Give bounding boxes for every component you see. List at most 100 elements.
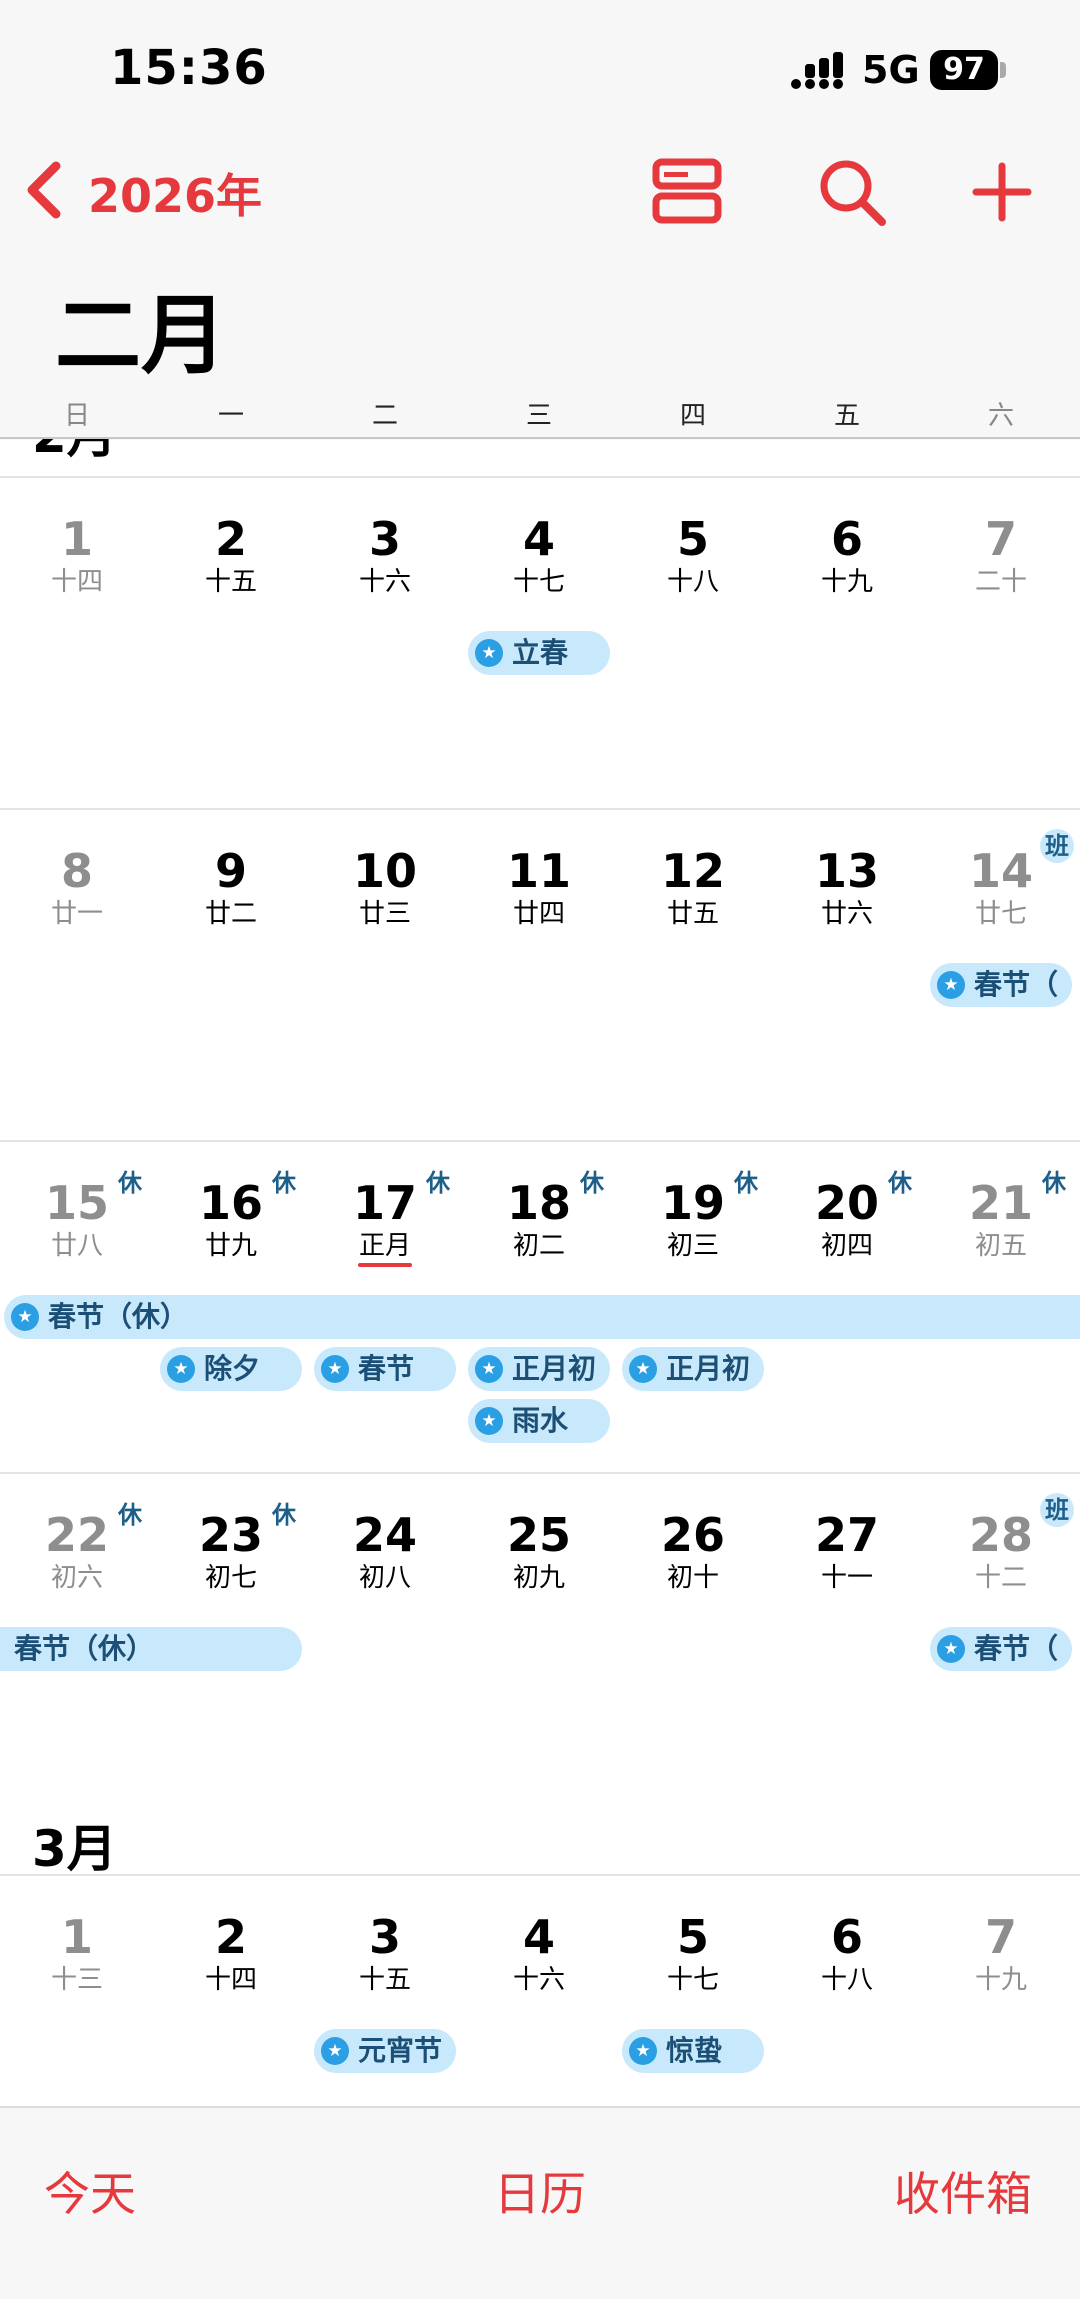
day-cell[interactable]: 4 十六 (462, 1909, 616, 1995)
back-year-button[interactable]: 2026年 (88, 160, 262, 226)
day-number: 9 (214, 844, 247, 898)
weekday-label: 六 (987, 401, 1014, 431)
day-number: 1 (60, 1910, 93, 1964)
day-cell[interactable]: 26 初十 (616, 1507, 770, 1593)
event-pill[interactable]: ★ 春节（ (930, 963, 1072, 1007)
day-cell[interactable]: 3 十五 (308, 1909, 462, 1995)
network-type: 5G (862, 48, 920, 92)
day-cell[interactable]: 13 廿六 (770, 843, 924, 929)
day-number: 3 (368, 1910, 401, 1964)
lunar-date: 初十 (666, 1563, 719, 1593)
inbox-button[interactable]: 收件箱 (894, 2158, 1032, 2224)
holiday-badge: 休 (1042, 1169, 1066, 1197)
lunar-date: 十一 (820, 1563, 873, 1593)
day-cell[interactable]: 24 初八 (308, 1507, 462, 1593)
today-button[interactable]: 今天 (44, 2158, 136, 2224)
day-number: 4 (522, 512, 555, 566)
day-cell[interactable]: 6 十八 (770, 1909, 924, 1995)
day-cell[interactable]: 12 廿五 (616, 843, 770, 929)
lunar-date: 十九 (820, 567, 873, 597)
event-title: 春节 (358, 1352, 415, 1385)
month-grid[interactable]: 2月 1十四 2十五 3十六 4十七 5十八 6十九 7二十 ★立春 8廿一 9… (0, 439, 1080, 2106)
day-number: 7 (984, 512, 1017, 566)
day-number: 24 (352, 1508, 417, 1562)
event-pill[interactable]: ★ 正月初 (622, 1347, 764, 1391)
day-cell[interactable]: 25 初九 (462, 1507, 616, 1593)
weekday-header: 日 一 二 三 四 五 六 (0, 395, 1080, 437)
plus-icon[interactable] (962, 152, 1042, 232)
status-time: 15:36 (110, 40, 268, 96)
list-view-icon[interactable] (650, 152, 730, 232)
event-title: 春节（ (974, 1632, 1059, 1665)
day-number: 2 (214, 512, 247, 566)
day-cell[interactable]: 8 廿一 (0, 843, 154, 929)
weekday-label: 五 (833, 401, 860, 431)
calendars-button[interactable]: 日历 (494, 2158, 586, 2224)
search-icon[interactable] (812, 152, 892, 232)
weekday-label: 一 (217, 401, 244, 431)
event-pill[interactable]: ★ 正月初 (468, 1347, 610, 1391)
star-icon: ★ (321, 2037, 349, 2065)
day-cell[interactable]: 4 十七 (462, 511, 616, 597)
lunar-date: 初四 (820, 1231, 873, 1261)
event-pill[interactable]: ★ 春节（ (930, 1627, 1072, 1671)
day-cell[interactable]: 9 廿二 (154, 843, 308, 929)
day-cell[interactable]: 2 十五 (154, 511, 308, 597)
event-pill[interactable]: ★ 雨水 (468, 1399, 610, 1443)
lunar-date: 二十 (974, 567, 1027, 597)
lunar-date: 廿四 (512, 899, 565, 929)
day-cell[interactable]: 7 二十 (924, 511, 1078, 597)
day-number: 10 (352, 844, 417, 898)
day-number: 13 (814, 844, 879, 898)
event-title: 正月初 (512, 1352, 597, 1385)
event-pill[interactable]: ★ 春节 (314, 1347, 456, 1391)
day-number: 6 (830, 512, 863, 566)
day-cell[interactable]: 11 廿四 (462, 843, 616, 929)
day-number: 5 (676, 1910, 709, 1964)
day-number: 7 (984, 1910, 1017, 1964)
day-cell[interactable]: 2 十四 (154, 1909, 308, 1995)
event-title: 立春 (512, 636, 569, 669)
month-title: 二月 (55, 286, 227, 386)
day-cell[interactable]: 3 十六 (308, 511, 462, 597)
bottom-toolbar: 今天 日历 收件箱 (0, 2106, 1080, 2299)
event-title: 除夕 (204, 1352, 261, 1385)
week-divider (0, 808, 1080, 810)
star-icon: ★ (937, 1635, 965, 1663)
holiday-badge: 休 (272, 1501, 296, 1529)
day-cell[interactable]: 1 十四 (0, 511, 154, 597)
day-number: 25 (506, 1508, 571, 1562)
event-title: 春节（ (974, 968, 1059, 1001)
day-cell[interactable]: 6 十九 (770, 511, 924, 597)
day-cell[interactable]: 10 廿三 (308, 843, 462, 929)
event-pill[interactable]: 春节（休） (0, 1627, 302, 1671)
event-pill[interactable]: ★ 春节（休） (4, 1295, 1080, 1339)
day-number: 12 (660, 844, 725, 898)
lunar-date: 廿七 (974, 899, 1027, 929)
event-title: 元宵节 (358, 2034, 443, 2067)
star-icon: ★ (167, 1355, 195, 1383)
event-pill[interactable]: ★ 惊蛰 (622, 2029, 764, 2073)
day-number: 4 (522, 1910, 555, 1964)
lunar-date: 十六 (512, 1965, 565, 1995)
event-pill[interactable]: ★ 立春 (468, 631, 610, 675)
day-cell[interactable]: 5 十七 (616, 1909, 770, 1995)
lunar-date: 廿一 (50, 899, 103, 929)
day-cell[interactable]: 27 十一 (770, 1507, 924, 1593)
day-number: 5 (676, 512, 709, 566)
battery-icon: 97 (930, 50, 998, 90)
chevron-left-icon[interactable] (20, 160, 70, 220)
day-number: 3 (368, 512, 401, 566)
event-title: 雨水 (512, 1404, 569, 1437)
day-cell[interactable]: 7 十九 (924, 1909, 1078, 1995)
lunar-date: 十四 (204, 1965, 257, 1995)
holiday-badge: 休 (118, 1169, 142, 1197)
event-pill[interactable]: ★ 元宵节 (314, 2029, 456, 2073)
event-pill[interactable]: ★ 除夕 (160, 1347, 302, 1391)
lunar-date: 廿六 (820, 899, 873, 929)
day-cell[interactable]: 1 十三 (0, 1909, 154, 1995)
week-divider (0, 1140, 1080, 1142)
star-icon: ★ (629, 2037, 657, 2065)
day-cell[interactable]: 5 十八 (616, 511, 770, 597)
lunar-date: 廿八 (50, 1231, 103, 1261)
